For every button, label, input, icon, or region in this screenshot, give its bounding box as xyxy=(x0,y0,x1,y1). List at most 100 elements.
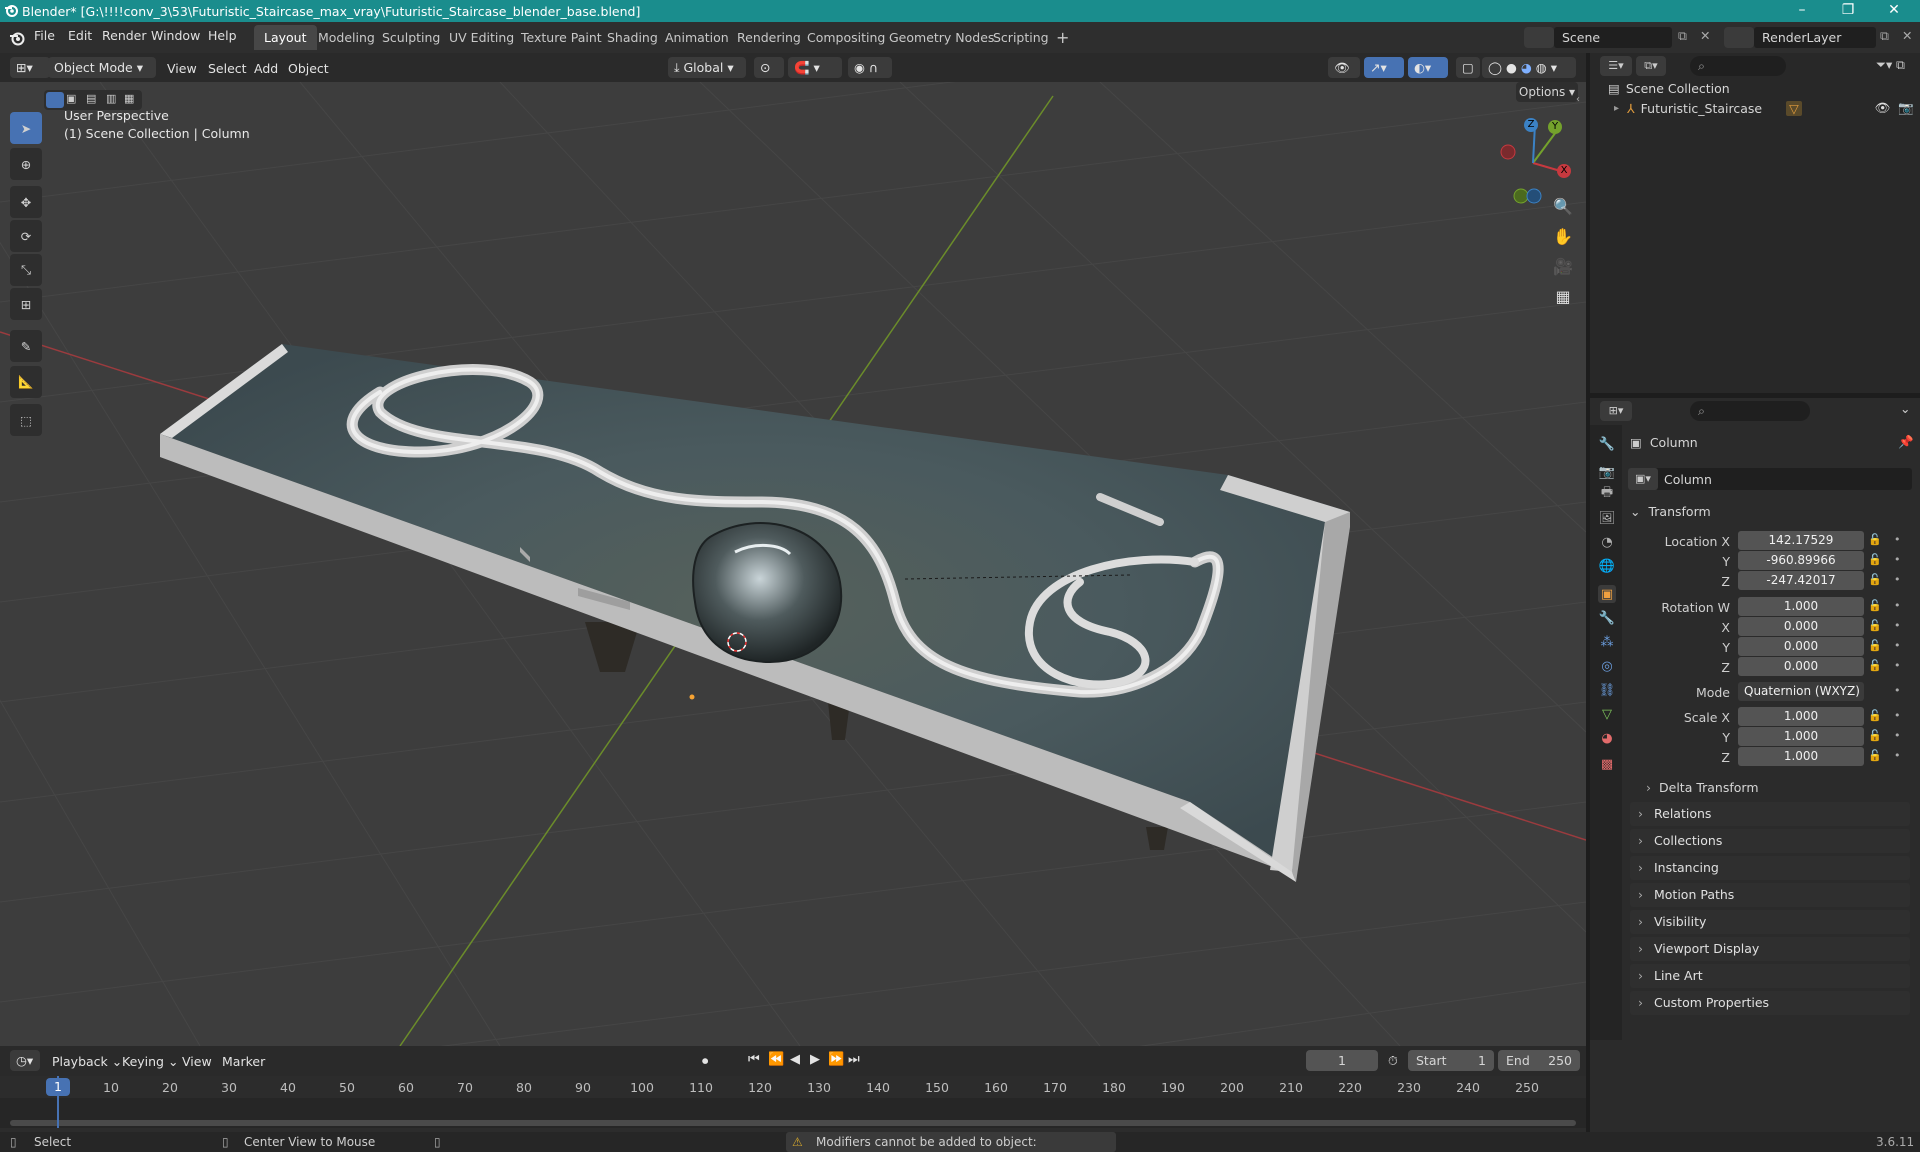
menu-playback[interactable]: Playback ⌄ xyxy=(52,1054,122,1069)
pivot-point-dropdown[interactable]: ⊙ xyxy=(754,57,784,78)
new-collection-icon[interactable]: ⧉ xyxy=(1896,57,1905,73)
keyframe-dot[interactable]: • xyxy=(1894,639,1901,652)
keyframe-dot[interactable]: • xyxy=(1894,749,1901,762)
rotation-z-field[interactable]: 0.000 xyxy=(1738,657,1864,676)
rotate-tool-button[interactable]: ⟳ xyxy=(10,220,42,252)
minimize-button[interactable]: – xyxy=(1780,0,1824,22)
measure-tool-button[interactable]: 📐 xyxy=(10,366,42,398)
location-y-field[interactable]: -960.89966 xyxy=(1738,551,1864,570)
warning-report[interactable]: ⚠ Modifiers cannot be added to object: F… xyxy=(786,1132,1116,1152)
view-layer-tab-icon[interactable]: 🖼 xyxy=(1598,509,1616,527)
annotate-tool-button[interactable]: ✎ xyxy=(10,330,42,362)
xray-toggle[interactable]: ▢ xyxy=(1456,57,1480,78)
panel-viewport-display[interactable]: › Viewport Display xyxy=(1630,937,1910,961)
view-layer-selector-button[interactable] xyxy=(1724,27,1754,48)
object-tab-icon[interactable]: ▣ xyxy=(1598,585,1616,603)
keyframe-dot[interactable]: • xyxy=(1894,533,1901,546)
move-tool-button[interactable]: ✥ xyxy=(10,186,42,218)
constraints-tab-icon[interactable]: ⛓ xyxy=(1598,681,1616,699)
gizmo-toggle[interactable]: ↗▾ xyxy=(1364,57,1404,78)
preview-range-icon[interactable]: ⏱ xyxy=(1388,1053,1398,1069)
output-tab-icon[interactable]: 🖶 xyxy=(1598,485,1616,503)
jump-to-start-icon[interactable]: ⏮ xyxy=(748,1052,760,1067)
auto-keying-record-icon[interactable]: ⏺ xyxy=(702,1053,708,1069)
keyframe-dot[interactable]: • xyxy=(1894,619,1901,632)
panel-relations[interactable]: › Relations xyxy=(1630,802,1910,826)
texture-tab-icon[interactable]: ▩ xyxy=(1598,755,1616,773)
scale-x-field[interactable]: 1.000 xyxy=(1738,707,1864,726)
object-browse-button[interactable]: ▣▾ xyxy=(1628,468,1658,490)
outliner-item-futuristic-staircase[interactable]: ▸ ⅄ Futuristic_Staircase ▽ 👁 📷 xyxy=(1614,97,1914,119)
play-icon[interactable]: ▶ xyxy=(810,1052,820,1067)
menu-timeline-view[interactable]: View xyxy=(182,1054,212,1069)
keyframe-dot[interactable]: • xyxy=(1894,553,1901,566)
x-axis-gizmo-button[interactable]: X xyxy=(1557,164,1571,178)
keyframe-dot[interactable]: • xyxy=(1894,729,1901,742)
playhead-frame-badge[interactable]: 1 xyxy=(46,1078,70,1096)
display-mode-button[interactable]: ⧉▾ xyxy=(1636,56,1666,76)
close-window-button[interactable]: ✕ xyxy=(1872,0,1916,22)
proportional-edit-toggle[interactable]: ◉ ∩ xyxy=(848,57,892,78)
sidebar-toggle-icon[interactable]: ‹ xyxy=(1576,94,1580,105)
keyframe-dot[interactable]: • xyxy=(1894,684,1901,697)
panel-collections[interactable]: › Collections xyxy=(1630,829,1910,853)
outliner-search-input[interactable]: ⌕ xyxy=(1690,56,1786,76)
scale-y-field[interactable]: 1.000 xyxy=(1738,727,1864,746)
rendered-shading-icon[interactable]: ◍ xyxy=(1536,60,1547,75)
filter-icon[interactable]: ⏷▾ xyxy=(1876,57,1892,73)
zoom-icon[interactable]: 🔍 xyxy=(1549,192,1577,220)
menu-view[interactable]: View xyxy=(167,61,197,76)
menu-edit[interactable]: Edit xyxy=(68,28,92,43)
options-dropdown[interactable]: Options ▾ xyxy=(1516,82,1578,102)
jump-to-keyframe-forward-icon[interactable]: ⏩ xyxy=(828,1052,844,1067)
new-scene-icon[interactable]: ⧉ xyxy=(1678,28,1687,44)
keyframe-dot[interactable]: • xyxy=(1894,599,1901,612)
menu-add[interactable]: Add xyxy=(254,61,278,76)
shading-mode-group[interactable]: ◯ ● ◕ ◍ ▾ xyxy=(1482,57,1576,78)
menu-marker[interactable]: Marker xyxy=(222,1054,265,1069)
particles-tab-icon[interactable]: ⁂ xyxy=(1598,633,1616,651)
tool-tab-icon[interactable]: 🔧 xyxy=(1598,435,1616,453)
y-axis-gizmo-button[interactable]: Y xyxy=(1548,120,1562,134)
render-tab-icon[interactable]: 📷 xyxy=(1598,463,1616,481)
location-z-field[interactable]: -247.42017 xyxy=(1738,571,1864,590)
z-axis-gizmo-button[interactable]: Z xyxy=(1524,118,1538,132)
panel-line-art[interactable]: › Line Art xyxy=(1630,964,1910,988)
material-preview-shading-icon[interactable]: ◕ xyxy=(1521,60,1532,75)
select-extend-mode-button[interactable]: ▣ xyxy=(66,92,84,108)
maximize-button[interactable]: ❐ xyxy=(1826,0,1870,22)
scene-name-field[interactable]: Scene xyxy=(1554,27,1672,48)
pin-icon[interactable]: 📌 xyxy=(1898,434,1914,450)
material-tab-icon[interactable]: ◕ xyxy=(1598,729,1616,747)
play-reverse-icon[interactable]: ◀ xyxy=(790,1052,800,1067)
scene-collection-row[interactable]: ▤ Scene Collection xyxy=(1608,77,1730,99)
overlay-toggle[interactable]: ◐▾ xyxy=(1408,57,1448,78)
keyframe-dot[interactable]: • xyxy=(1894,659,1901,672)
properties-search-input[interactable]: ⌕ xyxy=(1690,401,1810,421)
solid-shading-icon[interactable]: ● xyxy=(1506,60,1517,75)
modifier-tab-icon[interactable]: 🔧 xyxy=(1598,609,1616,627)
transform-tool-button[interactable]: ⊞ xyxy=(10,288,42,320)
panel-custom-properties[interactable]: › Custom Properties xyxy=(1630,991,1910,1015)
new-view-layer-icon[interactable]: ⧉ xyxy=(1880,28,1889,44)
select-subtract-mode-button[interactable]: ▤ xyxy=(86,92,104,108)
cursor-tool-button[interactable]: ⊕ xyxy=(10,148,42,180)
lock-icon[interactable]: 🔓 xyxy=(1868,659,1882,672)
keyframe-dot[interactable]: • xyxy=(1894,573,1901,586)
modifier-icon[interactable]: ▽ xyxy=(1786,100,1802,116)
delete-scene-icon[interactable]: ✕ xyxy=(1700,28,1710,43)
pan-hand-icon[interactable]: ✋ xyxy=(1549,222,1577,250)
lock-icon[interactable]: 🔓 xyxy=(1868,533,1882,546)
lock-icon[interactable]: 🔓 xyxy=(1868,639,1882,652)
visibility-filter-dropdown[interactable]: 👁 xyxy=(1328,57,1360,78)
camera-view-icon[interactable]: 🎥 xyxy=(1549,252,1577,280)
panel-motion-paths[interactable]: › Motion Paths xyxy=(1630,883,1910,907)
lock-icon[interactable]: 🔓 xyxy=(1868,553,1882,566)
physics-tab-icon[interactable]: ◎ xyxy=(1598,657,1616,675)
select-intersect-mode-button[interactable]: ▦ xyxy=(124,92,142,108)
menu-file[interactable]: File xyxy=(34,28,55,43)
properties-options-icon[interactable]: ⌄ xyxy=(1900,401,1910,416)
menu-keying[interactable]: Keying ⌄ xyxy=(122,1054,178,1069)
select-invert-mode-button[interactable]: ▥ xyxy=(106,92,124,108)
transform-panel-header[interactable]: ⌄ Transform xyxy=(1630,500,1914,522)
